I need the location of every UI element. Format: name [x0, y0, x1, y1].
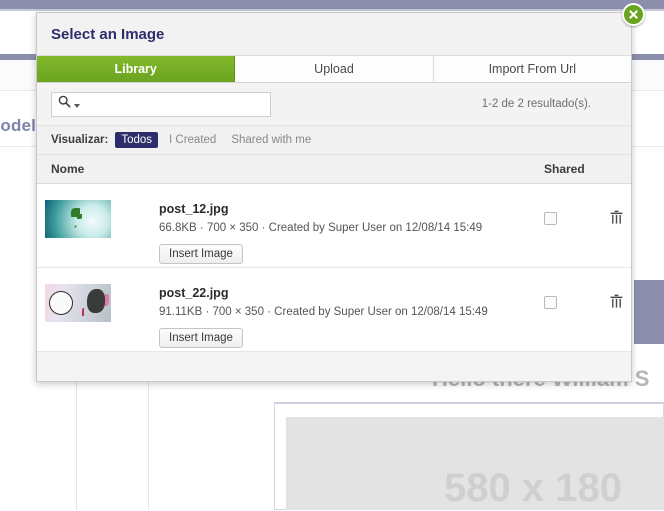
- background-editor-divider: [148, 372, 149, 510]
- result-count-label: 1-2 de 2 resultado(s).: [482, 98, 617, 110]
- tab-import-from-url[interactable]: Import From Url: [434, 56, 631, 82]
- tab-library[interactable]: Library: [37, 56, 235, 82]
- shared-checkbox[interactable]: [544, 296, 557, 309]
- table-header: Nome Shared: [37, 155, 631, 184]
- file-meta: 91.11KB · 700 × 350 · Created by Super U…: [159, 306, 488, 318]
- trash-icon[interactable]: [610, 294, 623, 309]
- insert-image-button[interactable]: Insert Image: [159, 244, 243, 264]
- filter-option-shared-with-me[interactable]: Shared with me: [227, 133, 315, 147]
- column-header-shared: Shared: [544, 162, 585, 176]
- select-image-modal: Select an Image Library Upload Import Fr…: [36, 12, 632, 382]
- search-icon: [58, 95, 71, 113]
- filter-row: Visualizar: Todos I Created Shared with …: [37, 126, 631, 155]
- close-icon[interactable]: [622, 3, 645, 26]
- thumbnail-graffiti[interactable]: [45, 284, 111, 322]
- table-row: post_22.jpg 91.11KB · 700 × 350 · Create…: [37, 268, 631, 352]
- shared-checkbox[interactable]: [544, 212, 557, 225]
- file-name: post_22.jpg: [159, 286, 228, 300]
- background-accent-block: [634, 280, 664, 344]
- background-top-bar-shadow: [0, 9, 664, 11]
- tab-upload[interactable]: Upload: [235, 56, 433, 82]
- modal-header: Select an Image: [37, 13, 631, 56]
- modal-tabs: Library Upload Import From Url: [37, 56, 631, 83]
- file-meta: 66.8KB · 700 × 350 · Created by Super Us…: [159, 222, 482, 234]
- file-name: post_12.jpg: [159, 202, 228, 216]
- filter-label: Visualizar:: [51, 134, 108, 146]
- background-placeholder-label: 580 x 180: [444, 466, 622, 511]
- chevron-down-icon[interactable]: [74, 104, 80, 108]
- search-row: 1-2 de 2 resultado(s).: [37, 83, 631, 126]
- table-row: post_12.jpg 66.8KB · 700 × 350 · Created…: [37, 184, 631, 268]
- trash-icon[interactable]: [610, 210, 623, 225]
- thumbnail-plant[interactable]: [45, 200, 111, 238]
- search-box[interactable]: [51, 92, 271, 117]
- insert-image-button[interactable]: Insert Image: [159, 328, 243, 348]
- filter-option-i-created[interactable]: I Created: [165, 133, 220, 147]
- column-header-name: Nome: [51, 162, 84, 176]
- search-input[interactable]: [82, 96, 264, 112]
- page-title: Select an Image: [51, 26, 164, 43]
- background-top-bar: [0, 0, 664, 9]
- filter-option-todos[interactable]: Todos: [115, 132, 158, 148]
